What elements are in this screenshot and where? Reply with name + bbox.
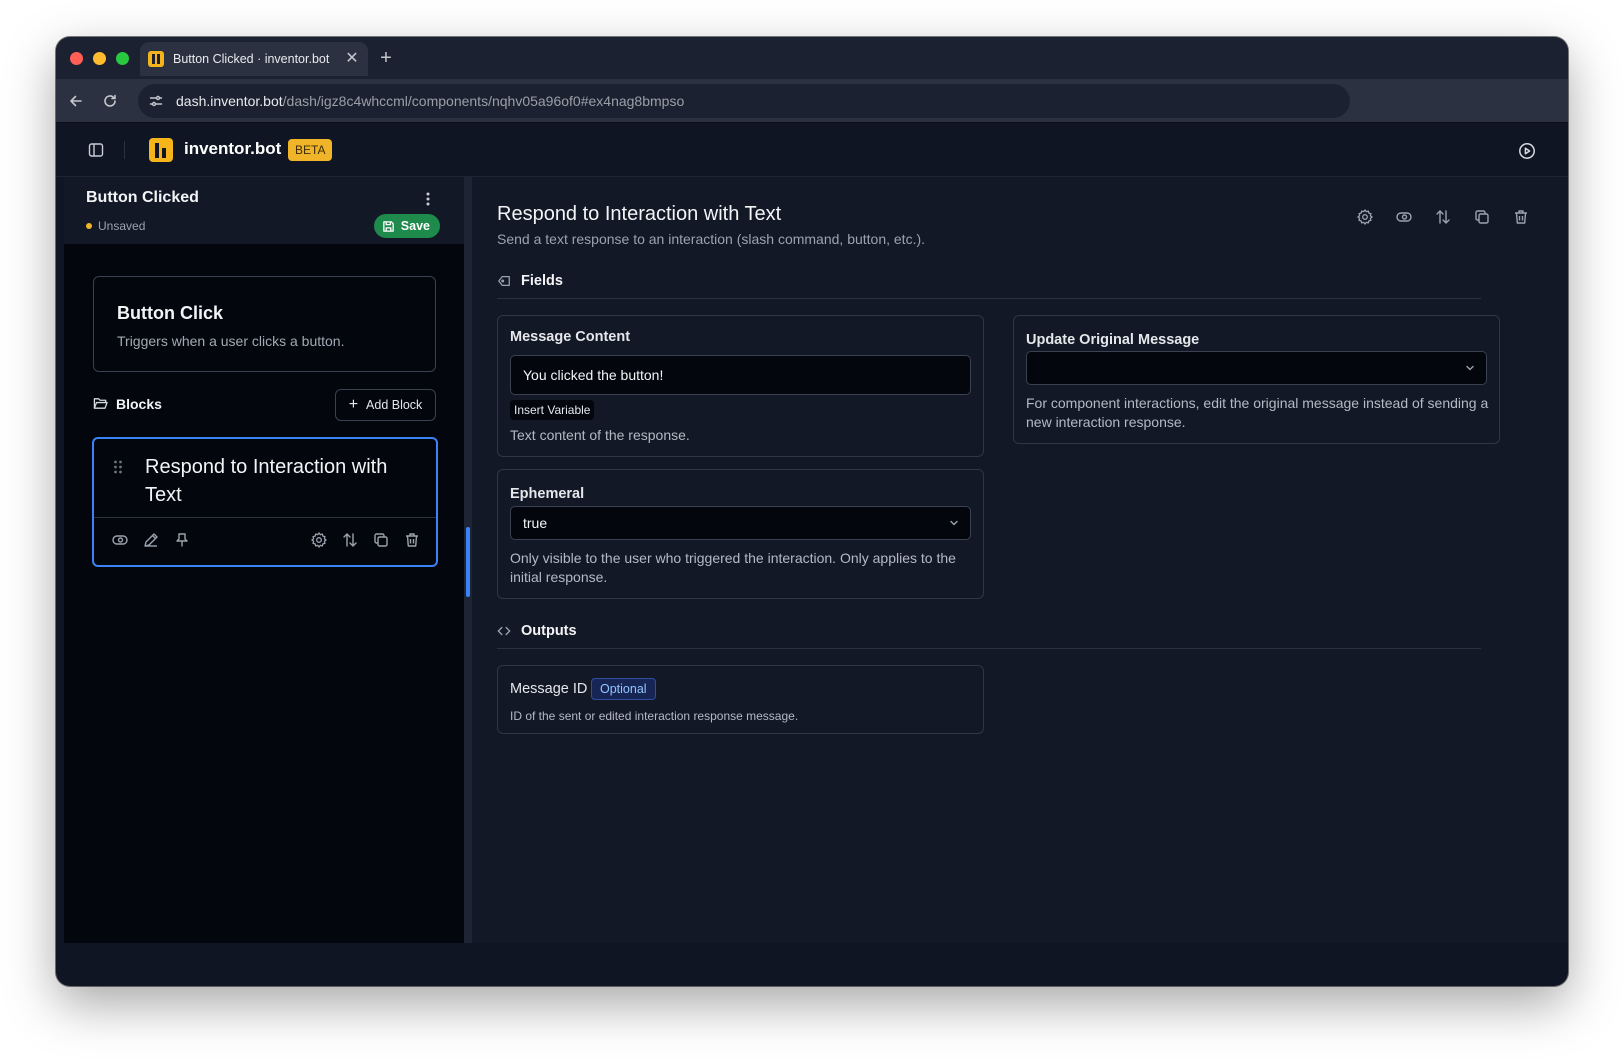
- minimize-window-button[interactable]: [93, 52, 106, 65]
- back-arrow-icon[interactable]: [64, 89, 88, 113]
- tab-strip: Button Clicked · inventor.bot ✕ +: [56, 37, 1568, 79]
- code-icon: [497, 626, 511, 636]
- blocks-label: Blocks: [116, 396, 162, 412]
- url-text: dash.inventor.bot/dash/igz8c4whccml/comp…: [176, 93, 684, 109]
- tab-title: Button Clicked · inventor.bot: [173, 52, 330, 66]
- output-message-id: Message ID Optional ID of the sent or ed…: [497, 665, 984, 734]
- editor-subtitle: Send a text response to an interaction (…: [497, 231, 926, 247]
- chevron-down-icon: [950, 520, 958, 526]
- url-host: dash.inventor.bot: [176, 93, 283, 109]
- beta-badge: BETA: [288, 139, 333, 161]
- trash-icon[interactable]: [403, 531, 421, 549]
- ephemeral-label: Ephemeral: [510, 486, 585, 502]
- address-bar: dash.inventor.bot/dash/igz8c4whccml/comp…: [56, 79, 1568, 123]
- update-original-select[interactable]: [1026, 351, 1487, 385]
- blocks-header: Blocks + Add Block: [93, 389, 436, 421]
- header-divider: [124, 141, 125, 159]
- output-help: ID of the sent or edited interaction res…: [510, 709, 799, 723]
- label-tag-icon: [498, 276, 510, 286]
- brand-name[interactable]: inventor.bot: [184, 139, 281, 159]
- reload-icon[interactable]: [98, 89, 122, 113]
- maximize-window-button[interactable]: [116, 52, 129, 65]
- tab-close-icon[interactable]: ✕: [344, 51, 360, 67]
- eye-icon[interactable]: [1395, 208, 1413, 226]
- url-field[interactable]: dash.inventor.bot/dash/igz8c4whccml/comp…: [138, 84, 1350, 118]
- copy-icon[interactable]: [1473, 208, 1491, 226]
- flow-sidebar: Button Clicked Unsaved Save Button Click…: [64, 177, 464, 943]
- optional-badge: Optional: [591, 678, 656, 700]
- message-content-help: Text content of the response.: [510, 427, 690, 443]
- update-original-label: Update Original Message: [1026, 332, 1200, 348]
- close-window-button[interactable]: [70, 52, 83, 65]
- sidebar-toggle-icon[interactable]: [86, 140, 106, 160]
- pencil-icon[interactable]: [142, 531, 160, 549]
- unsaved-status: Unsaved: [86, 219, 145, 233]
- editor-actions: [1356, 208, 1536, 228]
- site-info-icon[interactable]: [146, 91, 166, 111]
- drag-handle-icon[interactable]: [113, 459, 123, 475]
- fields-divider: [497, 298, 1481, 299]
- folder-open-icon: [93, 396, 108, 411]
- trash-icon[interactable]: [1512, 208, 1530, 226]
- status-dot: [86, 223, 92, 229]
- app-header: inventor.bot BETA: [56, 123, 1568, 177]
- add-block-button[interactable]: + Add Block: [335, 389, 436, 421]
- block-title: Respond to Interaction with Text: [145, 456, 388, 506]
- insert-variable-button[interactable]: Insert Variable: [510, 400, 595, 420]
- outputs-section-title: Outputs: [497, 623, 577, 639]
- block-card[interactable]: Respond to Interaction with Text: [92, 437, 438, 567]
- trigger-description: Triggers when a user clicks a button.: [117, 333, 345, 349]
- save-label: Save: [400, 219, 430, 233]
- save-icon: [383, 220, 394, 232]
- save-button[interactable]: Save: [373, 214, 440, 238]
- ephemeral-value: true: [523, 515, 548, 531]
- favicon-icon: [148, 51, 164, 67]
- message-content-label: Message Content: [510, 329, 631, 345]
- update-original-field: Update Original Message For component in…: [1013, 315, 1500, 444]
- update-original-help: For component interactions, edit the ori…: [1026, 395, 1489, 430]
- gear-icon[interactable]: [1356, 208, 1374, 226]
- chevron-down-icon: [1466, 365, 1474, 371]
- message-content-input[interactable]: You clicked the button!: [510, 355, 971, 395]
- reorder-icon[interactable]: [341, 531, 359, 549]
- flow-header: Button Clicked Unsaved Save: [64, 177, 464, 244]
- copy-icon[interactable]: [372, 531, 390, 549]
- ephemeral-field: Ephemeral true Only visible to the user …: [497, 469, 984, 599]
- message-content-field: Message Content You clicked the button! …: [497, 315, 984, 457]
- browser-window: Button Clicked · inventor.bot ✕ + dash.i…: [56, 37, 1568, 986]
- url-path: /dash/igz8c4whccml/components/nqhv05a96o…: [282, 93, 685, 109]
- fields-section-title: Fields: [497, 273, 563, 289]
- ephemeral-select[interactable]: true: [510, 506, 971, 540]
- inventor-logo-icon[interactable]: [149, 138, 173, 162]
- more-options-icon[interactable]: [420, 190, 436, 208]
- play-circle-icon[interactable]: [1518, 142, 1536, 160]
- status-text: Unsaved: [98, 219, 146, 233]
- outputs-label: Outputs: [521, 623, 577, 639]
- ephemeral-help: Only visible to the user who triggered t…: [510, 550, 956, 585]
- editor-title: Respond to Interaction with Text: [497, 203, 782, 225]
- reorder-icon[interactable]: [1434, 208, 1452, 226]
- trigger-card[interactable]: Button Click Triggers when a user clicks…: [93, 276, 436, 372]
- gear-icon[interactable]: [310, 531, 328, 549]
- pin-icon[interactable]: [173, 531, 191, 549]
- outputs-divider: [497, 648, 1481, 649]
- add-block-label: Add Block: [366, 398, 423, 412]
- block-editor: Respond to Interaction with Text Send a …: [472, 177, 1568, 943]
- eye-icon[interactable]: [111, 531, 129, 549]
- flow-title: Button Clicked: [86, 189, 199, 206]
- panel-resize-handle[interactable]: [466, 527, 470, 597]
- plus-icon: +: [348, 396, 359, 413]
- browser-tab[interactable]: Button Clicked · inventor.bot ✕: [140, 42, 368, 76]
- output-label: Message ID: [510, 681, 588, 697]
- new-tab-button[interactable]: +: [374, 46, 398, 70]
- block-action-bar: [94, 517, 436, 565]
- trigger-title: Button Click: [117, 303, 223, 323]
- fields-label: Fields: [521, 273, 563, 289]
